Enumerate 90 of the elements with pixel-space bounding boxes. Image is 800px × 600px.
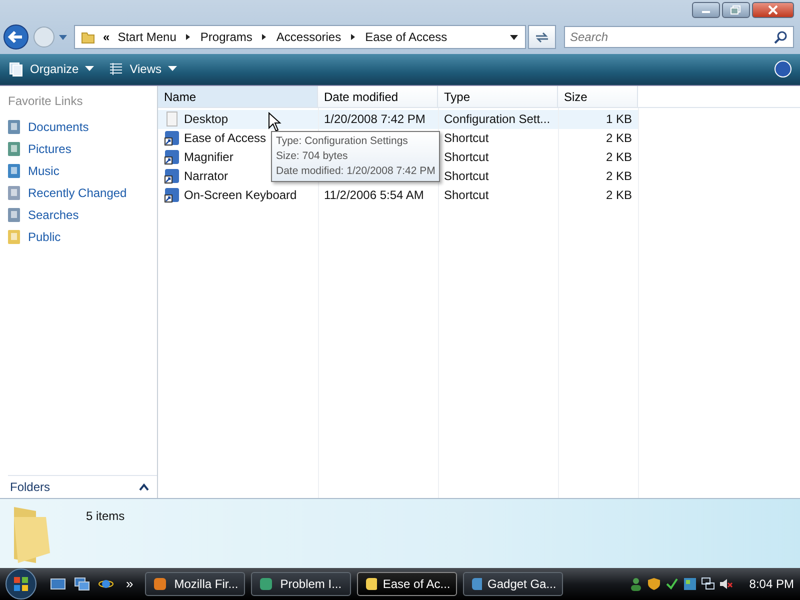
type-cell-text: Shortcut — [443, 168, 490, 185]
app-icon — [364, 576, 377, 592]
column-header[interactable]: Type — [438, 86, 558, 108]
column-header[interactable]: Date modified — [318, 86, 438, 108]
tooltip-line: Date modified: 1/20/2008 7:42 PM — [276, 164, 436, 179]
list-icon — [108, 61, 124, 78]
link-icon — [6, 184, 22, 201]
app-icon — [152, 576, 168, 592]
column-header[interactable]: Name — [158, 86, 318, 108]
shortcut-icon — [164, 149, 180, 166]
tooltip-line: Type: Configuration Settings — [276, 134, 408, 149]
arrow-icon[interactable] — [184, 32, 192, 41]
size-cell: 1 KB — [558, 110, 638, 129]
toolbar-button[interactable]: Organize — [8, 61, 94, 78]
link-icon — [6, 140, 22, 157]
breadcrumb[interactable]: Programs — [200, 30, 252, 44]
type-cell-text: Shortcut — [443, 186, 490, 204]
shortcut-icon — [164, 168, 180, 184]
restore-icon — [730, 5, 742, 15]
file-name[interactable]: Desktop — [158, 110, 318, 129]
date-cell-text: 11/2/2006 5:54 AM — [323, 186, 425, 204]
close-button[interactable] — [752, 2, 794, 18]
switch-windows-icon[interactable] — [74, 576, 90, 591]
type-cell-text: Shortcut — [443, 148, 490, 166]
size-cell-text: 2 KB — [604, 168, 633, 185]
app-icon — [470, 576, 482, 592]
taskbar-button[interactable]: Ease of Ac... — [357, 572, 458, 596]
size-cell-text: 2 KB — [604, 186, 633, 204]
sidebar-item[interactable]: Public — [6, 226, 157, 248]
tooltip-line: Size: 704 bytes — [276, 148, 348, 164]
dropdown-icon[interactable] — [509, 32, 519, 41]
shortcut-icon — [164, 187, 180, 204]
taskbar-button[interactable]: Mozilla Fir... — [145, 572, 246, 596]
minimize-button[interactable] — [692, 2, 720, 18]
breadcrumb[interactable]: Accessories — [276, 30, 342, 44]
caret-icon — [168, 66, 176, 72]
overflow-chevron[interactable]: « — [103, 30, 110, 44]
search-field[interactable]: Search — [564, 26, 794, 48]
close-icon — [767, 5, 779, 15]
history-dropdown-icon[interactable] — [58, 32, 68, 41]
sidebar-item[interactable]: Documents — [6, 116, 157, 138]
file-name[interactable]: On-Screen Keyboard — [158, 186, 318, 205]
sidebar-item[interactable]: Music — [6, 160, 157, 182]
address-bar[interactable]: « Start Menu Programs Accessories Ease of Access — [74, 24, 526, 49]
type-cell-text: Shortcut — [443, 130, 490, 147]
caret-icon — [84, 66, 94, 72]
taskbar-button[interactable]: Problem I... — [251, 572, 352, 596]
refresh-button[interactable] — [528, 24, 556, 49]
search-icon[interactable] — [774, 30, 788, 44]
network-icon[interactable] — [701, 576, 716, 591]
item-count: 5 items — [86, 508, 125, 523]
mouse-pointer-icon — [268, 112, 282, 132]
more-chevron[interactable]: » — [126, 576, 134, 592]
sidebar-item[interactable]: Pictures — [6, 138, 157, 160]
gadget-icon[interactable] — [683, 576, 698, 591]
shield-icon[interactable] — [647, 576, 662, 591]
show-desktop-icon[interactable] — [50, 576, 66, 591]
back-button[interactable] — [2, 22, 30, 51]
sidebar-item[interactable]: Recently Changed — [6, 182, 157, 204]
maximize-button[interactable] — [722, 2, 750, 18]
shortcut-icon — [164, 130, 180, 146]
arrow-icon[interactable] — [349, 32, 358, 41]
column-header[interactable]: Size — [558, 86, 638, 108]
users-icon[interactable] — [629, 576, 644, 591]
clock[interactable]: 8:04 PM — [749, 576, 794, 591]
link-icon — [6, 118, 22, 135]
link-icon — [6, 228, 22, 245]
type-cell: Configuration Sett... — [438, 110, 558, 129]
collapse-icon[interactable] — [139, 482, 149, 491]
sidebar-item[interactable]: Searches — [6, 204, 157, 226]
settings-file-icon — [164, 111, 180, 128]
sidebar-heading: Favorite Links — [8, 94, 84, 108]
folders-toggle[interactable]: Folders — [10, 480, 50, 494]
toolbar-button[interactable]: Views — [108, 61, 176, 78]
pages-icon — [8, 61, 24, 78]
arrow-icon[interactable] — [260, 32, 268, 41]
folder-icon — [81, 30, 95, 44]
check-icon[interactable] — [665, 576, 680, 591]
refresh-icon — [534, 30, 550, 44]
size-cell-text: 2 KB — [604, 148, 633, 166]
size-cell-text: 2 KB — [604, 130, 633, 147]
app-icon — [258, 576, 274, 592]
link-icon — [6, 206, 22, 223]
help-icon[interactable] — [774, 60, 792, 78]
link-icon — [6, 162, 22, 179]
breadcrumb[interactable]: Ease of Access — [365, 30, 448, 44]
muted-speaker-icon[interactable] — [719, 576, 734, 591]
date-cell: 1/20/2008 7:42 PM — [318, 110, 438, 129]
taskbar-button[interactable]: Gadget Ga... — [463, 572, 564, 596]
breadcrumb[interactable]: Start Menu — [118, 30, 176, 44]
